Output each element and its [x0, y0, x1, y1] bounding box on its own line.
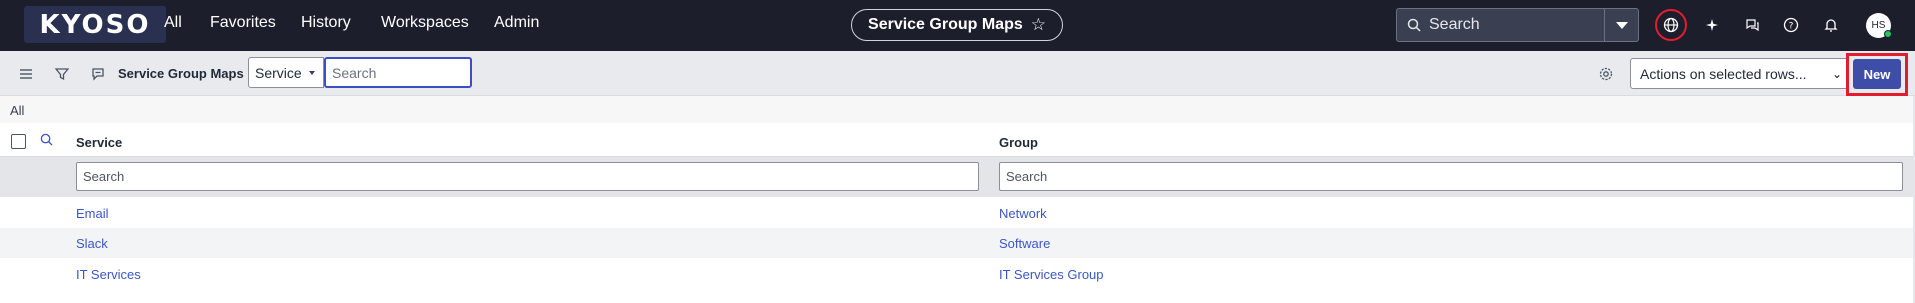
nav-item-favorites[interactable]: Favorites — [210, 14, 276, 32]
page-title: Service Group Maps — [868, 16, 1023, 33]
service-link[interactable]: Email — [76, 206, 109, 221]
menu-icon[interactable] — [16, 64, 36, 84]
nav-item-workspaces[interactable]: Workspaces — [381, 14, 469, 32]
breadcrumb-row — [0, 96, 1915, 123]
list-title: Service Group Maps — [118, 66, 244, 81]
group-filter-input[interactable] — [999, 162, 1903, 191]
chevron-down-icon — [1615, 21, 1628, 29]
globe-icon[interactable] — [1659, 13, 1683, 37]
gear-icon[interactable] — [1596, 64, 1616, 84]
filter-icon[interactable] — [52, 64, 72, 84]
search-field-value: Service — [255, 64, 302, 81]
service-link[interactable]: Slack — [76, 236, 108, 251]
nav-item-all[interactable]: All — [164, 14, 182, 32]
column-header-group[interactable]: Group — [999, 135, 1038, 150]
nav-item-history[interactable]: History — [301, 14, 351, 32]
logo[interactable]: KYOSO — [24, 6, 166, 43]
search-field-select[interactable]: Service — [248, 57, 324, 88]
actions-on-selected-rows-select[interactable]: Actions on selected rows... ⌄ — [1630, 58, 1849, 89]
service-filter-input[interactable] — [76, 162, 979, 191]
top-navigation-bar: KYOSO All Favorites History Workspaces A… — [0, 0, 1915, 51]
new-button[interactable]: New — [1853, 59, 1901, 89]
column-filter-row — [0, 157, 1915, 197]
logo-text: KYOSO — [39, 9, 151, 40]
global-search-dropdown-button[interactable] — [1605, 8, 1639, 42]
chat-icon[interactable] — [1741, 13, 1765, 37]
table-header: Service Group — [0, 127, 1915, 157]
breadcrumb[interactable]: All — [10, 103, 24, 118]
search-icon[interactable] — [40, 133, 53, 149]
bell-icon[interactable] — [1819, 13, 1843, 37]
select-all-checkbox[interactable] — [11, 134, 26, 149]
global-search-placeholder: Search — [1429, 16, 1480, 33]
search-icon — [1407, 18, 1421, 32]
group-link[interactable]: IT Services Group — [999, 267, 1104, 282]
chevron-down-icon — [309, 71, 315, 75]
table-row: Slack Software — [0, 228, 1915, 258]
chevron-down-icon: ⌄ — [1831, 67, 1842, 81]
comment-icon[interactable] — [88, 64, 108, 84]
page-title-pill[interactable]: Service Group Maps ☆ — [851, 9, 1063, 41]
service-link[interactable]: IT Services — [76, 267, 141, 282]
sparkle-icon[interactable] — [1700, 13, 1724, 37]
actions-select-label: Actions on selected rows... — [1640, 65, 1807, 82]
group-link[interactable]: Network — [999, 206, 1047, 221]
table-row: Email Network — [0, 198, 1915, 228]
svg-text:?: ? — [1789, 22, 1794, 32]
help-icon[interactable]: ? — [1779, 13, 1803, 37]
group-link[interactable]: Software — [999, 236, 1050, 251]
column-header-service[interactable]: Service — [76, 135, 122, 150]
list-toolbar: Service Group Maps Service Actions on se… — [0, 51, 1915, 96]
list-search-input[interactable] — [324, 57, 472, 88]
online-status-dot — [1884, 30, 1892, 38]
global-search-input[interactable]: Search — [1396, 8, 1605, 42]
nav-item-admin[interactable]: Admin — [494, 14, 539, 32]
table-row: IT Services IT Services Group — [0, 259, 1915, 289]
favorite-star-icon[interactable]: ☆ — [1031, 15, 1046, 35]
